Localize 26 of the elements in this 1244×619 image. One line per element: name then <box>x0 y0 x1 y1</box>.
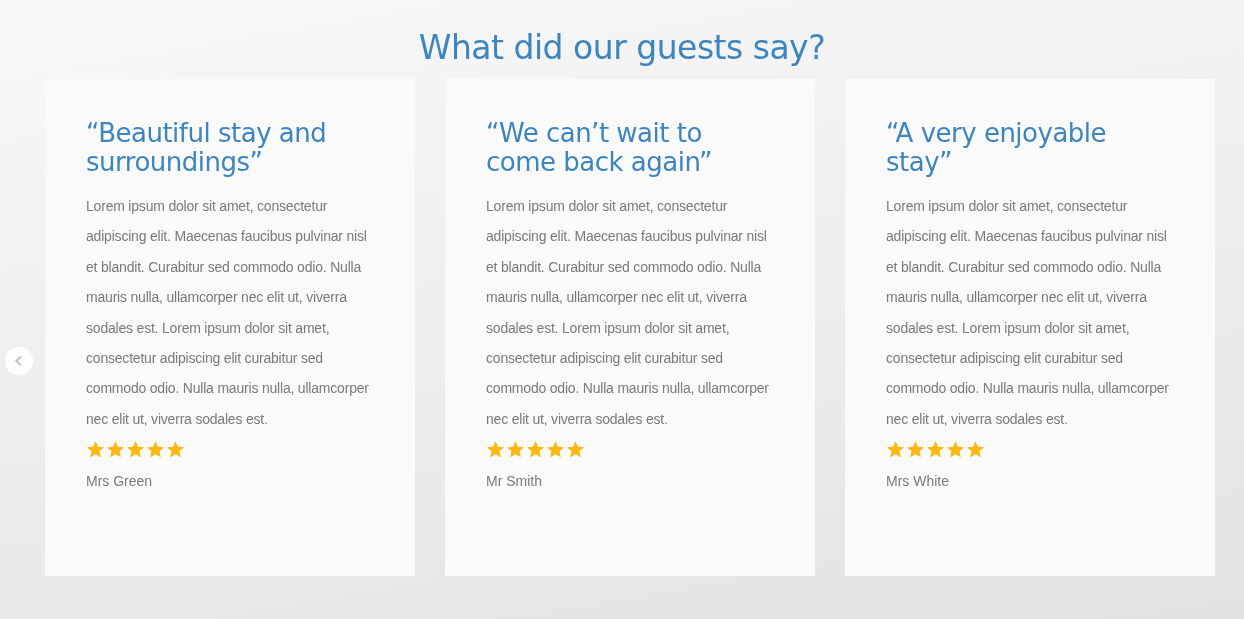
review-text: Lorem ipsum dolor sit amet, consectetur adipiscing elit. Maecenas faucibus pulvinar nisl et blandit. Curabitur sed commodo odio. Nulla mauris nulla, ullamcorper nec elit ut, viverra sodales est. Lorem ipsum dolor sit amet, consectetur adipiscing elit curabitur sed commodo odio. Nulla mauris nulla, ullamcorper nec elit ut, viverra sodales est. <box>486 197 770 429</box>
star-icon <box>166 440 185 460</box>
review-author: Mrs White <box>886 473 950 490</box>
review-author: Mr Smith <box>486 473 543 490</box>
review-title: “We can’t wait to come back again” <box>486 119 713 177</box>
star-icon <box>126 440 145 460</box>
review-text: Lorem ipsum dolor sit amet, consectetur adipiscing elit. Maecenas faucibus pulvinar nisl et blandit. Curabitur sed commodo odio. Nulla mauris nulla, ullamcorper nec elit ut, viverra sodales est. Lorem ipsum dolor sit amet, consectetur adipiscing elit curabitur sed commodo odio. Nulla mauris nulla, ullamcorper nec elit ut, viverra sodales est. <box>886 197 1170 429</box>
star-icon <box>146 440 165 460</box>
star-icon <box>506 440 525 460</box>
star-icon <box>906 440 925 460</box>
review-author: Mrs Green <box>86 473 154 490</box>
section-heading: What did our guests say? <box>417 27 827 69</box>
review-title: “Beautiful stay and surroundings” <box>86 119 328 177</box>
previous-button[interactable] <box>5 347 33 375</box>
star-icon <box>546 440 565 460</box>
star-icon <box>886 440 905 460</box>
review-title: “A very enjoyable stay” <box>886 119 1108 177</box>
star-icon <box>926 440 945 460</box>
star-icon <box>106 440 125 460</box>
star-icon <box>566 440 585 460</box>
star-icon <box>86 440 105 460</box>
star-icon <box>526 440 545 460</box>
star-icon <box>966 440 985 460</box>
star-icon <box>486 440 505 460</box>
review-text: Lorem ipsum dolor sit amet, consectetur adipiscing elit. Maecenas faucibus pulvinar nisl et blandit. Curabitur sed commodo odio. Nulla mauris nulla, ullamcorper nec elit ut, viverra sodales est. Lorem ipsum dolor sit amet, consectetur adipiscing elit curabitur sed commodo odio. Nulla mauris nulla, ullamcorper nec elit ut, viverra sodales est. <box>86 197 370 429</box>
star-icon <box>946 440 965 460</box>
